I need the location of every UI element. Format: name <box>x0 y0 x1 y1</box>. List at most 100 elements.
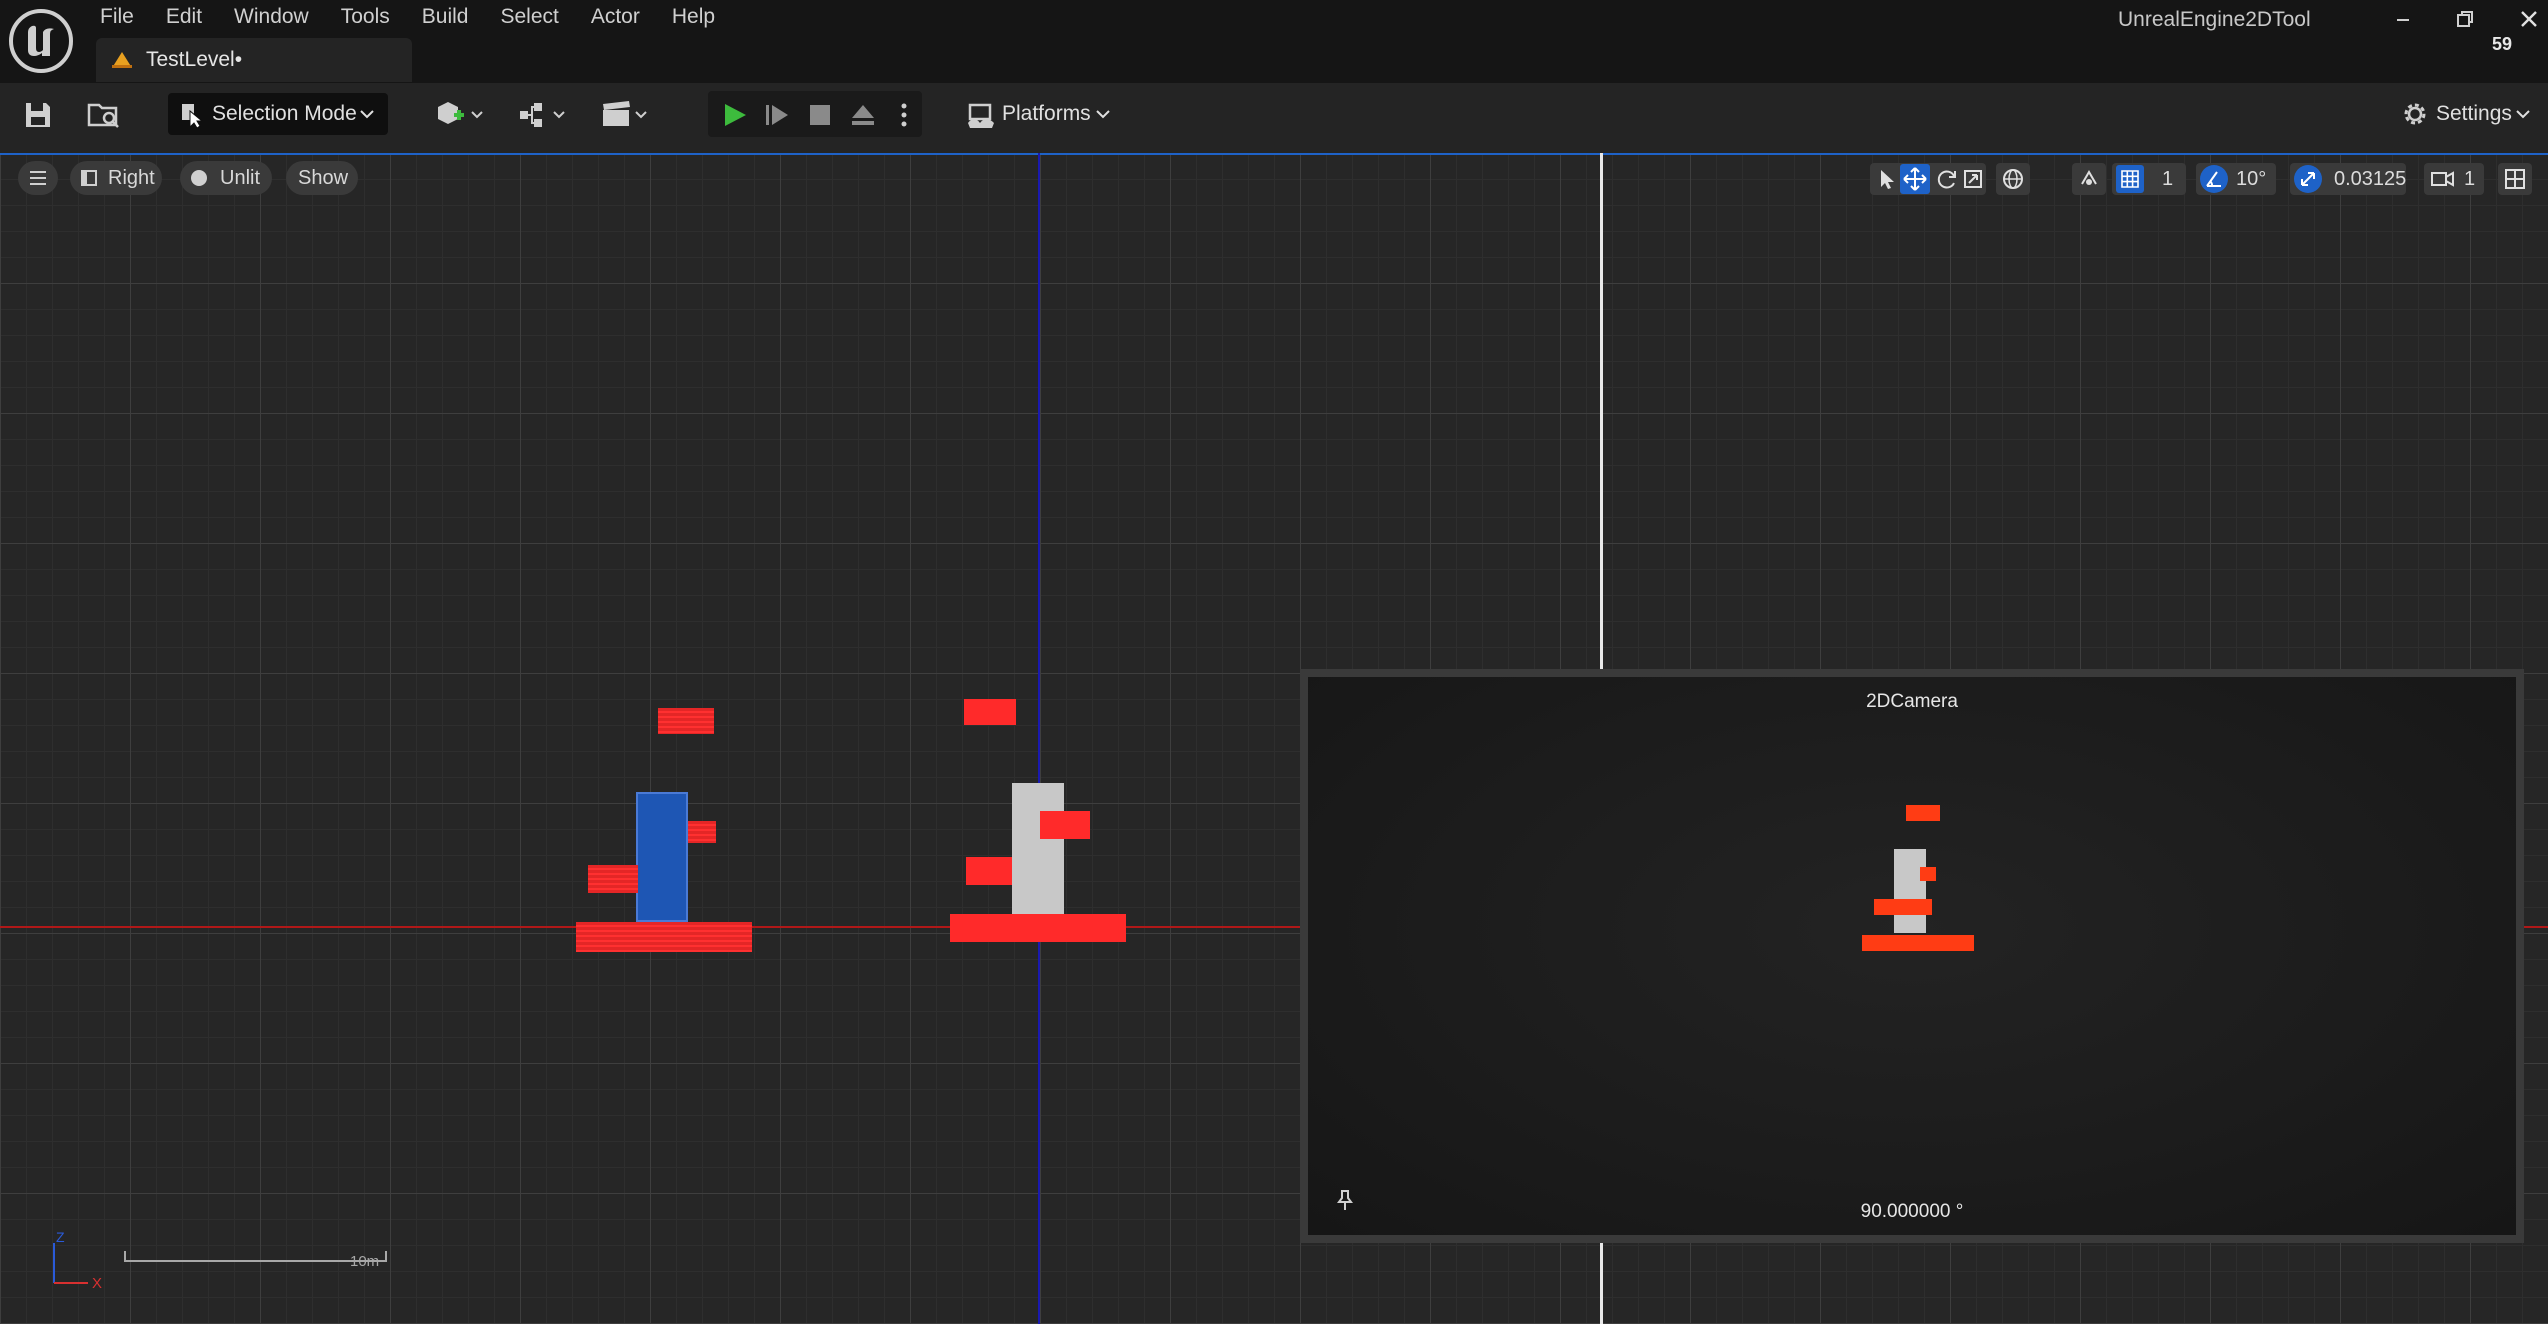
preview-platform <box>1920 867 1936 881</box>
orthographic-view-icon <box>81 170 97 186</box>
level-document-tab[interactable]: TestLevel• <box>96 38 412 82</box>
viewport-active-border <box>0 153 2548 155</box>
camera-preview-view: 2DCamera 90.000000 ° <box>1308 677 2516 1235</box>
camera-preview-panel: 2DCamera 90.000000 ° <box>1300 669 2524 1243</box>
scale-tool-icon[interactable] <box>1962 168 1984 190</box>
selection-mode-dropdown[interactable]: Selection Mode <box>168 93 388 135</box>
viewport-layout-button[interactable] <box>2498 163 2532 195</box>
grid-snap-control[interactable]: 1 <box>2112 163 2186 195</box>
restore-icon[interactable] <box>2450 4 2480 34</box>
selection-mode-label: Selection Mode <box>212 102 357 125</box>
chevron-down-icon <box>2514 105 2532 123</box>
surface-snap-icon <box>2081 170 2097 185</box>
play-options-icon[interactable] <box>900 101 908 129</box>
settings-label: Settings <box>2436 102 2512 125</box>
level-viewport[interactable]: Right Unlit Show 1 10° 0.03125 1 2DCamer… <box>0 153 2548 1324</box>
axis-z-label: Z <box>56 1229 65 1245</box>
main-menu: File Edit Window Tools Build Select Acto… <box>100 0 747 34</box>
platforms-label: Platforms <box>1002 102 1091 125</box>
stop-icon[interactable] <box>808 103 832 127</box>
rotation-snap-icon <box>2200 165 2228 193</box>
coordinate-space-button[interactable] <box>1996 163 2030 195</box>
camera-speed-control[interactable]: 1 <box>2424 163 2484 195</box>
chevron-down-icon <box>358 105 376 123</box>
view-type-button[interactable]: Right <box>70 161 162 195</box>
menu-build[interactable]: Build <box>422 0 486 34</box>
eject-icon[interactable] <box>850 102 876 128</box>
scale-bar-label: 10m <box>350 1253 380 1270</box>
preview-player <box>1894 849 1926 933</box>
add-actor-icon[interactable] <box>434 99 490 131</box>
save-icon[interactable] <box>22 99 54 131</box>
menu-edit[interactable]: Edit <box>166 0 219 34</box>
preview-platform <box>1874 899 1932 915</box>
advance-frame-icon[interactable] <box>764 102 790 128</box>
view-mode-button[interactable]: Unlit <box>180 161 272 195</box>
grid-snap-icon <box>2116 165 2144 193</box>
level-icon <box>110 50 134 70</box>
platform-block[interactable] <box>1040 811 1090 839</box>
close-icon[interactable] <box>2514 4 2544 34</box>
globe-icon <box>2003 169 2023 189</box>
axis-gizmo: Z X <box>48 1229 108 1292</box>
translate-tool-icon[interactable] <box>1900 164 1930 194</box>
chevron-down-icon <box>1094 105 1112 123</box>
layout-icon <box>2505 169 2525 189</box>
scale-bar <box>124 1249 388 1263</box>
rotation-snap-value: 10° <box>2236 168 2267 190</box>
hamburger-icon <box>30 171 46 185</box>
transform-tools <box>1870 163 1986 195</box>
ground-block[interactable] <box>576 922 752 952</box>
viewport-menu-button[interactable] <box>18 161 58 195</box>
scale-snap-value: 0.03125 <box>2334 168 2407 190</box>
camera-speed-icon <box>2431 171 2454 187</box>
scale-snap-icon <box>2294 165 2322 193</box>
platform-block[interactable] <box>588 865 638 893</box>
menu-file[interactable]: File <box>100 0 151 34</box>
play-icon[interactable] <box>722 102 748 128</box>
axis-x-label: X <box>92 1275 103 1292</box>
view-mode-label: Unlit <box>220 167 261 189</box>
unlit-sphere-icon <box>191 170 207 186</box>
platform-block[interactable] <box>964 699 1016 725</box>
play-controls <box>708 91 922 137</box>
settings-dropdown[interactable]: Settings <box>2396 93 2536 135</box>
camera-speed-value: 1 <box>2464 168 2476 190</box>
show-flags-button[interactable]: Show <box>286 161 358 195</box>
unreal-logo-icon[interactable] <box>8 8 74 74</box>
level-tab-label: TestLevel• <box>146 48 243 71</box>
show-label: Show <box>298 167 349 189</box>
rotate-tool-icon[interactable] <box>1936 168 1958 190</box>
preview-platform <box>1906 805 1940 821</box>
camera-preview-title: 2DCamera <box>1866 691 1958 712</box>
app-title: UnrealEngine2DTool <box>2118 8 2311 31</box>
ground-block[interactable] <box>950 914 1126 942</box>
selected-player-actor[interactable] <box>636 792 688 922</box>
menu-help[interactable]: Help <box>672 0 732 34</box>
platform-block[interactable] <box>658 708 714 734</box>
fps-counter: 59 <box>2492 34 2513 54</box>
main-toolbar: Selection Mode Platforms Settings <box>0 83 2548 153</box>
gear-icon <box>2400 99 2430 129</box>
platform-block[interactable] <box>688 821 716 843</box>
title-bar: File Edit Window Tools Build Select Acto… <box>0 0 2548 83</box>
content-browser-icon[interactable] <box>86 99 122 131</box>
player-actor[interactable] <box>1012 783 1064 919</box>
rotation-snap-control[interactable]: 10° <box>2196 163 2276 195</box>
menu-select[interactable]: Select <box>500 0 575 34</box>
platform-block[interactable] <box>966 857 1012 885</box>
scale-snap-control[interactable]: 0.03125 <box>2290 163 2406 195</box>
cinematics-icon[interactable] <box>600 99 656 131</box>
platforms-icon <box>966 101 996 129</box>
view-type-label: Right <box>108 167 155 189</box>
vertical-axis-line <box>1038 153 1040 1324</box>
minimize-icon[interactable] <box>2388 4 2418 34</box>
menu-actor[interactable]: Actor <box>591 0 657 34</box>
surface-snap-button[interactable] <box>2072 163 2106 195</box>
blueprints-icon[interactable] <box>518 99 574 131</box>
menu-tools[interactable]: Tools <box>341 0 407 34</box>
grid-snap-value: 1 <box>2162 168 2174 190</box>
preview-ground <box>1862 935 1974 951</box>
select-tool-icon[interactable] <box>1876 168 1898 190</box>
menu-window[interactable]: Window <box>234 0 326 34</box>
